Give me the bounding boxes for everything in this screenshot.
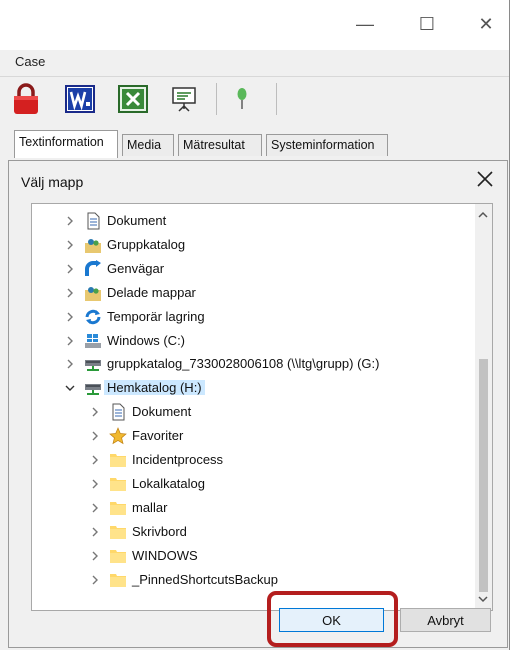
tree-item[interactable]: Genvägar — [32, 258, 472, 280]
chevron-right-icon[interactable] — [64, 263, 76, 275]
tree-item[interactable]: gruppkatalog_7330028006108 (\\ltg\grupp)… — [32, 353, 472, 375]
tree-item[interactable]: Gruppkatalog — [32, 234, 472, 256]
toolbar-separator — [216, 83, 217, 115]
tree-item-label: _PinnedShortcutsBackup — [132, 571, 278, 587]
shared-folder-icon — [84, 284, 102, 302]
minimize-button[interactable]: — — [342, 6, 388, 42]
chevron-right-icon[interactable] — [64, 215, 76, 227]
chevron-right-icon[interactable] — [89, 574, 101, 586]
tab-textinformation[interactable]: Textinformation — [14, 130, 118, 158]
star-icon — [109, 427, 127, 445]
scroll-down-icon[interactable] — [477, 594, 489, 604]
tree-item-label: Genvägar — [107, 260, 165, 276]
chevron-right-icon[interactable] — [89, 430, 101, 442]
select-folder-dialog: Välj mapp Dokument Gruppkatalog Genvägar De… — [8, 160, 508, 648]
chevron-right-icon[interactable] — [64, 311, 76, 323]
tree-item-label: Lokalkatalog — [132, 475, 205, 491]
shortcut-icon — [84, 259, 102, 278]
tree-item-label: Gruppkatalog — [107, 236, 186, 252]
tree-item-label: Windows (C:) — [107, 332, 186, 348]
tree-item-label: mallar — [132, 499, 168, 515]
chevron-right-icon[interactable] — [89, 478, 101, 490]
toolbar — [0, 76, 509, 122]
chevron-right-icon[interactable] — [64, 287, 76, 299]
folder-tree[interactable]: Dokument Gruppkatalog Genvägar Delade mappa… — [31, 203, 493, 611]
folder-icon — [109, 475, 127, 493]
close-window-button[interactable]: ✕ — [463, 6, 509, 42]
tree-item-label: Hemkatalog (H:) — [104, 380, 205, 396]
pin-icon[interactable] — [226, 83, 258, 115]
tree-item[interactable]: Delade mappar — [32, 282, 472, 304]
tree-item[interactable]: _PinnedShortcutsBackup — [32, 569, 472, 591]
document-icon — [84, 212, 102, 230]
lock-icon[interactable] — [10, 83, 42, 115]
tab-media[interactable]: Media — [122, 134, 174, 156]
tree-item-label: gruppkatalog_7330028006108 (\\ltg\grupp)… — [107, 356, 380, 372]
scrollbar-thumb[interactable] — [479, 359, 488, 592]
dialog-close-button[interactable] — [473, 167, 497, 191]
chevron-right-icon[interactable] — [64, 239, 76, 251]
tab-matresultat[interactable]: Mätresultat — [178, 134, 262, 156]
document-icon — [109, 403, 127, 421]
windows-drive-icon — [84, 332, 102, 350]
tree-item-label: Dokument — [132, 404, 192, 420]
tree-item-label: WINDOWS — [132, 547, 198, 563]
chevron-right-icon[interactable] — [64, 358, 76, 370]
tree-item[interactable]: Temporär lagring — [32, 306, 472, 328]
folder-icon — [109, 523, 127, 541]
tree-item[interactable]: WINDOWS — [32, 545, 472, 567]
tree-item-label: Dokument — [107, 213, 167, 228]
app-title: Case — [15, 54, 46, 69]
ok-button[interactable]: OK — [279, 608, 384, 632]
chevron-right-icon[interactable] — [89, 526, 101, 538]
folder-icon — [109, 547, 127, 565]
folder-icon — [109, 499, 127, 517]
sync-icon — [84, 308, 102, 326]
close-icon — [477, 171, 493, 187]
tab-systeminformation[interactable]: Systeminformation — [266, 134, 388, 156]
word-icon[interactable] — [64, 83, 96, 115]
presentation-icon[interactable] — [168, 83, 200, 115]
network-drive-icon — [84, 355, 102, 373]
chevron-right-icon[interactable] — [89, 550, 101, 562]
tree-item[interactable]: mallar — [32, 497, 472, 519]
group-folder-icon — [84, 236, 102, 254]
chevron-right-icon[interactable] — [64, 335, 76, 347]
dialog-title: Välj mapp — [21, 174, 84, 190]
maximize-button[interactable]: ☐ — [404, 6, 450, 42]
tree-item-label: Incidentprocess — [132, 452, 224, 467]
tree-item[interactable]: Lokalkatalog — [32, 473, 472, 495]
folder-icon — [109, 571, 127, 589]
excel-icon[interactable] — [117, 83, 149, 115]
tree-item-label: Favoriter — [132, 428, 184, 444]
tree-item[interactable]: Windows (C:) — [32, 330, 472, 352]
tree-item-label: Temporär lagring — [107, 308, 205, 324]
tree-item[interactable]: Incidentprocess — [32, 449, 472, 471]
folder-icon — [109, 451, 127, 469]
cancel-button[interactable]: Avbryt — [400, 608, 491, 632]
chevron-down-icon[interactable] — [64, 382, 76, 394]
tree-item-label: Delade mappar — [107, 284, 196, 300]
title-bar: — ☐ ✕ — [0, 0, 509, 50]
tree-item[interactable]: Favoriter — [32, 425, 472, 447]
toolbar-separator — [276, 83, 277, 115]
chevron-right-icon[interactable] — [89, 406, 101, 418]
scroll-up-icon[interactable] — [477, 210, 489, 220]
tree-scrollbar[interactable] — [475, 204, 492, 610]
network-drive-icon — [84, 379, 102, 397]
tree-item[interactable]: Dokument — [32, 210, 472, 232]
chevron-right-icon[interactable] — [89, 454, 101, 466]
tree-item[interactable]: Skrivbord — [32, 521, 472, 543]
tree-item[interactable]: Dokument — [32, 401, 472, 423]
chevron-right-icon[interactable] — [89, 502, 101, 514]
tree-item-label: Skrivbord — [132, 523, 187, 539]
tree-item[interactable]: Hemkatalog (H:) — [32, 377, 472, 399]
